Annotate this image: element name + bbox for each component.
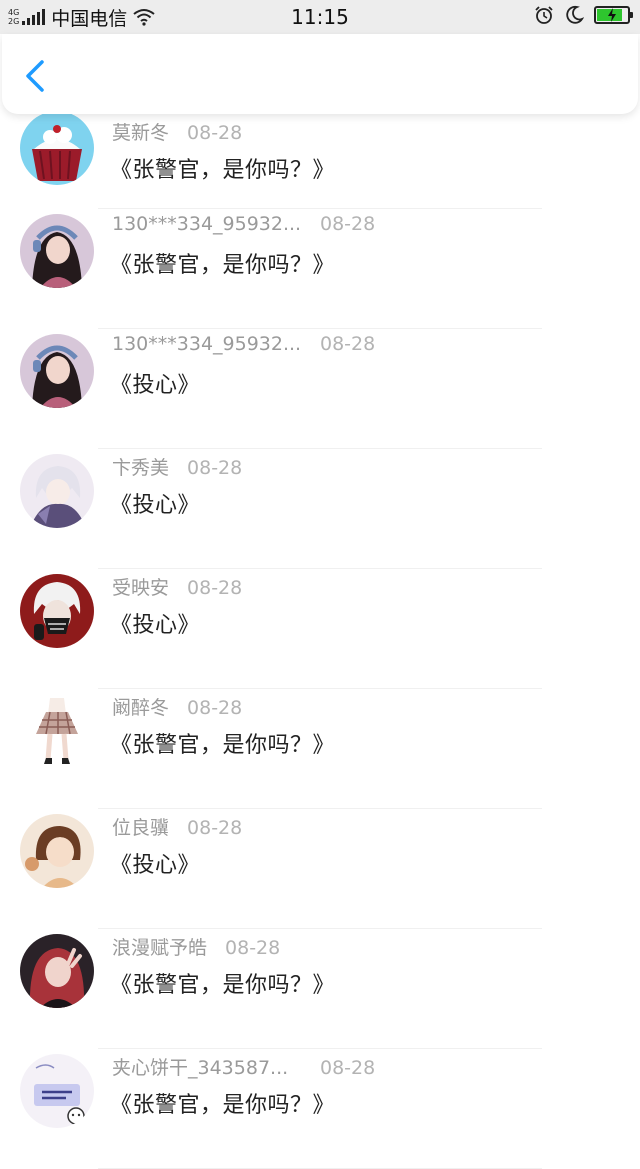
sender-name: 夹心饼干_343587... <box>112 1057 289 1079</box>
message-date: 08-28 <box>187 697 243 719</box>
name-line: 卞秀美 08-28 <box>112 453 242 480</box>
message-date: 08-28 <box>320 213 376 235</box>
avatar[interactable] <box>20 814 94 888</box>
back-chevron-icon[interactable] <box>20 58 52 94</box>
name-line: 夹心饼干_343587... 08-28 <box>112 1053 375 1080</box>
avatar[interactable] <box>20 214 94 288</box>
battery-icon <box>594 6 633 24</box>
moon-icon <box>566 5 584 24</box>
status-bar: 4G 2G 中国电信 11:15 <box>0 0 640 34</box>
message-text: 《投心》 <box>110 613 201 638</box>
list-item[interactable]: 位良骥 08-28 《投心》 <box>0 809 640 929</box>
list-item[interactable]: 130***334_95932... 08-28 《张警官，是你吗？》 <box>0 209 640 329</box>
list-item[interactable]: 卞秀美 08-28 《投心》 <box>0 449 640 569</box>
sender-name: 卞秀美 <box>112 457 170 479</box>
name-line: 莫新冬 08-28 <box>112 118 242 145</box>
message-date: 08-28 <box>320 1057 376 1079</box>
list-item[interactable]: 莫新冬 08-28 《张警官，是你吗？》 <box>0 111 640 209</box>
name-line: 位良骥 08-28 <box>112 813 242 840</box>
message-date: 08-28 <box>225 937 281 959</box>
message-text: 《张警官，是你吗？》 <box>110 1093 336 1118</box>
avatar[interactable] <box>20 574 94 648</box>
message-date: 08-28 <box>187 457 243 479</box>
list-item[interactable]: 受映安 08-28 《投心》 <box>0 569 640 689</box>
message-text: 《投心》 <box>110 853 201 878</box>
message-date: 08-28 <box>320 333 376 355</box>
sender-name: 阚醉冬 <box>112 697 170 719</box>
list-item[interactable]: 阚醉冬 08-28 《张警官，是你吗？》 <box>0 689 640 809</box>
avatar[interactable] <box>20 934 94 1008</box>
nav-bar <box>2 34 638 114</box>
sender-name: 位良骥 <box>112 817 170 839</box>
name-line: 130***334_95932... 08-28 <box>112 333 375 355</box>
list-item[interactable]: 夹心饼干_343587... 08-28 《张警官，是你吗？》 <box>0 1049 640 1169</box>
alarm-icon <box>535 6 553 24</box>
charging-bolt-icon <box>608 8 616 22</box>
message-text: 《张警官，是你吗？》 <box>110 158 336 183</box>
message-date: 08-28 <box>187 122 243 144</box>
name-line: 受映安 08-28 <box>112 573 242 600</box>
name-line: 130***334_95932... 08-28 <box>112 213 375 235</box>
sender-name: 莫新冬 <box>112 122 170 144</box>
sender-name: 受映安 <box>112 577 170 599</box>
message-list: 莫新冬 08-28 《张警官，是你吗？》 130***334_95932... … <box>0 111 640 1169</box>
avatar[interactable] <box>20 334 94 408</box>
list-item[interactable]: 130***334_95932... 08-28 《投心》 <box>0 329 640 449</box>
message-date: 08-28 <box>187 817 243 839</box>
avatar[interactable] <box>20 1054 94 1128</box>
message-text: 《投心》 <box>110 493 201 518</box>
avatar[interactable] <box>20 454 94 528</box>
sender-name: 浪漫赋予皓 <box>112 937 208 959</box>
message-text: 《张警官，是你吗？》 <box>110 973 336 998</box>
status-right <box>534 5 633 25</box>
sender-name: 130***334_95932... <box>112 213 302 235</box>
message-text: 《张警官，是你吗？》 <box>110 253 336 278</box>
list-item[interactable]: 浪漫赋予皓 08-28 《张警官，是你吗？》 <box>0 929 640 1049</box>
message-date: 08-28 <box>187 577 243 599</box>
message-text: 《张警官，是你吗？》 <box>110 733 336 758</box>
avatar[interactable] <box>20 111 94 185</box>
avatar[interactable] <box>20 694 94 768</box>
name-line: 浪漫赋予皓 08-28 <box>112 933 280 960</box>
name-line: 阚醉冬 08-28 <box>112 693 242 720</box>
sender-name: 130***334_95932... <box>112 333 302 355</box>
message-text: 《投心》 <box>110 373 201 398</box>
